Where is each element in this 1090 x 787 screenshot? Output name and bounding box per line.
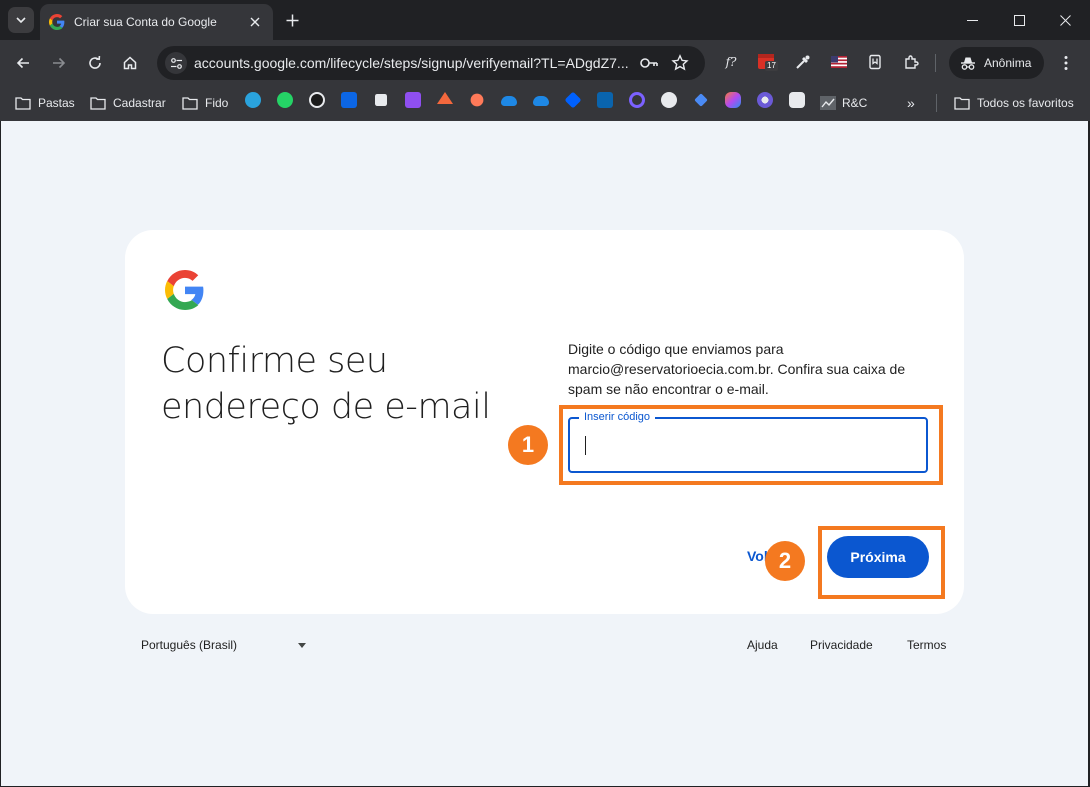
- language-selector[interactable]: Português (Brasil): [141, 638, 237, 652]
- help-link[interactable]: Ajuda: [747, 638, 778, 652]
- folder-icon: [90, 97, 106, 110]
- app-icon[interactable]: [629, 92, 645, 108]
- terms-link[interactable]: Termos: [907, 638, 946, 652]
- reload-button[interactable]: [83, 51, 107, 75]
- bookmark-all-favorites[interactable]: Todos os favoritos: [954, 92, 1074, 114]
- instruction-text: Digite o código que enviamos para marcio…: [568, 341, 906, 397]
- app-icon[interactable]: [757, 92, 773, 108]
- calendar-badge: 17: [765, 61, 778, 71]
- dropdown-caret-icon[interactable]: [298, 643, 306, 648]
- privacy-link[interactable]: Privacidade: [810, 638, 873, 652]
- browser-chrome: Criar sua Conta do Google accounts.googl…: [0, 0, 1090, 121]
- more-vert-icon: [1064, 56, 1068, 70]
- folder-icon: [15, 97, 31, 110]
- chart-icon: [820, 96, 836, 110]
- page-title: Confirme seu endereço de e-mail: [161, 341, 491, 427]
- bookmarks-divider: [936, 94, 937, 112]
- url-text[interactable]: accounts.google.com/lifecycle/steps/sign…: [194, 55, 634, 71]
- bookmark-folder-fido[interactable]: Fido: [182, 92, 228, 114]
- us-flag-icon: [831, 56, 847, 68]
- key-icon[interactable]: [639, 54, 659, 72]
- extensions-button[interactable]: [901, 52, 921, 72]
- close-window-button[interactable]: [1042, 0, 1088, 40]
- chevron-down-icon: [16, 17, 26, 24]
- new-tab-button[interactable]: [281, 9, 303, 31]
- tab-strip: Criar sua Conta do Google: [0, 0, 1090, 40]
- back-nav-button[interactable]: [11, 51, 35, 75]
- bookmark-folder-cadastrar[interactable]: Cadastrar: [90, 92, 166, 114]
- close-icon: [1059, 14, 1071, 26]
- tune-icon: [170, 57, 182, 69]
- close-icon: [250, 17, 260, 27]
- site-info-button[interactable]: [165, 52, 187, 74]
- eyedropper-extension-icon[interactable]: [793, 52, 813, 72]
- folder-icon: [954, 97, 970, 110]
- browser-menu-button[interactable]: [1056, 52, 1076, 74]
- page-content: Confirme seu endereço de e-mail Digite o…: [1, 121, 1088, 786]
- bookmark-icon: [869, 54, 881, 70]
- plus-icon: [286, 14, 298, 26]
- google-logo-icon: [165, 270, 204, 310]
- callout-box-1: [559, 405, 943, 485]
- formula-extension-icon[interactable]: f?: [721, 52, 741, 72]
- calendar-extension-icon[interactable]: 17: [757, 52, 778, 72]
- forward-nav-button[interactable]: [47, 51, 71, 75]
- bookmark-rc[interactable]: R&C: [820, 92, 867, 114]
- outlook-icon[interactable]: [597, 92, 613, 108]
- tab-title: Criar sua Conta do Google: [74, 15, 217, 29]
- home-icon: [123, 56, 137, 70]
- s-app-icon[interactable]: [405, 92, 421, 108]
- callout-number-2: 2: [765, 541, 805, 581]
- arrow-right-icon: [53, 57, 66, 69]
- minimize-icon: [966, 19, 978, 21]
- onedrive-icon[interactable]: [533, 96, 549, 106]
- puzzle-icon: [905, 55, 919, 69]
- bookmark-label: Cadastrar: [113, 96, 166, 110]
- toolbar: accounts.google.com/lifecycle/steps/sign…: [0, 40, 1090, 86]
- toolbar-divider: [935, 54, 936, 72]
- profile-label: Anônima: [984, 56, 1032, 70]
- telegram-icon[interactable]: [245, 92, 261, 108]
- callout-number-1: 1: [508, 425, 548, 465]
- hubspot-icon[interactable]: [470, 93, 484, 107]
- tab-search-button[interactable]: [8, 7, 34, 33]
- speedometer-icon[interactable]: [309, 92, 325, 108]
- chatgpt-icon[interactable]: [789, 92, 805, 108]
- incognito-profile-button[interactable]: Anônima: [949, 47, 1044, 79]
- tab-active[interactable]: Criar sua Conta do Google: [40, 4, 273, 40]
- note-icon[interactable]: [375, 94, 387, 106]
- maximize-button[interactable]: [996, 0, 1042, 40]
- bookmark-label: Todos os favoritos: [977, 96, 1074, 110]
- incognito-icon: [961, 57, 975, 70]
- star-icon[interactable]: [671, 54, 689, 72]
- bookmark-label: Pastas: [38, 96, 75, 110]
- address-bar[interactable]: accounts.google.com/lifecycle/steps/sign…: [157, 46, 705, 80]
- openai-icon[interactable]: [661, 92, 677, 108]
- arrow-app-icon[interactable]: [437, 92, 453, 104]
- trello-icon[interactable]: [341, 92, 357, 108]
- bookmark-label: Fido: [205, 96, 229, 110]
- reload-icon: [89, 55, 101, 69]
- folder-icon: [182, 97, 198, 110]
- us-flag-extension-icon[interactable]: [829, 52, 849, 72]
- reading-list-extension-icon[interactable]: [865, 52, 885, 72]
- onedrive-icon[interactable]: [501, 96, 517, 106]
- copilot-icon[interactable]: [725, 92, 741, 108]
- arrow-left-icon: [16, 57, 29, 69]
- bookmark-folder-pastas[interactable]: Pastas: [15, 92, 75, 114]
- tab-close-button[interactable]: [247, 14, 263, 30]
- eyedropper-icon: [796, 55, 810, 69]
- whatsapp-icon[interactable]: [277, 92, 293, 108]
- callout-box-2: [818, 526, 945, 599]
- minimize-button[interactable]: [949, 0, 995, 40]
- bookmark-label: R&C: [842, 96, 868, 110]
- home-button[interactable]: [118, 51, 142, 75]
- bookmarks-overflow-button[interactable]: »: [907, 92, 915, 114]
- google-favicon-icon: [49, 14, 65, 30]
- maximize-icon: [1013, 14, 1025, 26]
